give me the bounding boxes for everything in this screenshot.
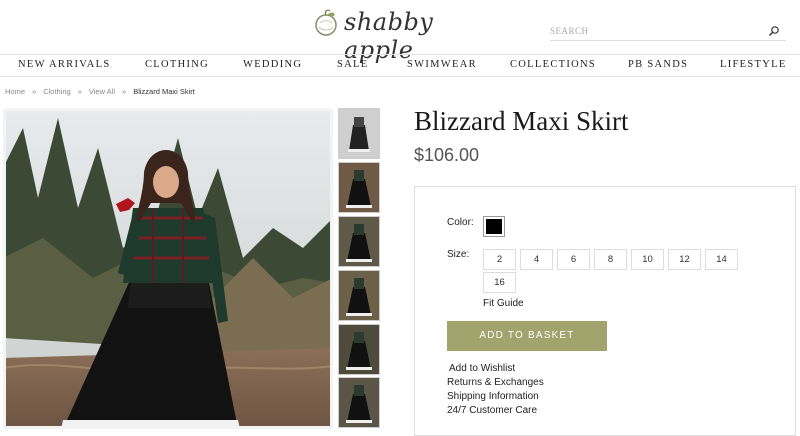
size-option-16[interactable]: 16 [483, 272, 516, 293]
search-input[interactable] [550, 22, 760, 40]
size-option-10[interactable]: 10 [631, 249, 664, 270]
product-title: Blizzard Maxi Skirt [414, 106, 629, 136]
shipping-information-link[interactable]: Shipping Information [447, 391, 539, 402]
add-to-basket-button[interactable]: ADD TO BASKET [447, 321, 607, 351]
add-to-wishlist-link[interactable]: Add to Wishlist [449, 363, 515, 374]
breadcrumb-separator: » [77, 87, 82, 96]
color-swatch-black[interactable] [483, 216, 505, 237]
returns-exchanges-link[interactable]: Returns & Exchanges [447, 377, 544, 388]
thumbnail-image [339, 378, 379, 427]
nav-pb-sands[interactable]: PB SANDS [628, 59, 688, 70]
size-option-12[interactable]: 12 [668, 249, 701, 270]
customer-care-link[interactable]: 24/7 Customer Care [447, 405, 537, 416]
thumbnail-image [339, 163, 379, 212]
thumbnail-4[interactable] [338, 270, 380, 321]
breadcrumb-current: Blizzard Maxi Skirt [133, 87, 195, 96]
thumbnail-1[interactable] [338, 108, 380, 159]
thumbnail-5[interactable] [338, 324, 380, 375]
search-icon[interactable] [768, 25, 780, 37]
thumbnail-image [339, 271, 379, 320]
size-option-6[interactable]: 6 [557, 249, 590, 270]
nav-sale[interactable]: SALE [337, 59, 368, 70]
breadcrumb-clothing[interactable]: Clothing [43, 87, 71, 96]
fit-guide-link[interactable]: Fit Guide [483, 298, 524, 309]
size-label: Size: [447, 249, 470, 260]
apple-logo-icon [315, 9, 337, 36]
nav-clothing[interactable]: CLOTHING [145, 59, 209, 70]
size-option-2[interactable]: 2 [483, 249, 516, 270]
breadcrumb-separator: » [122, 87, 127, 96]
thumbnail-6[interactable] [338, 377, 380, 428]
size-option-14[interactable]: 14 [705, 249, 738, 270]
size-option-4[interactable]: 4 [520, 249, 553, 270]
product-main-image[interactable] [3, 108, 333, 429]
product-price: $106.00 [414, 145, 480, 165]
thumbnail-image [339, 325, 379, 374]
nav-collections[interactable]: COLLECTIONS [510, 59, 596, 70]
main-nav: NEW ARRIVALS CLOTHING WEDDING SALE SWIMW… [0, 54, 800, 77]
thumbnail-2[interactable] [338, 162, 380, 213]
size-option-8[interactable]: 8 [594, 249, 627, 270]
breadcrumb-view-all[interactable]: View All [89, 87, 115, 96]
brand-logo[interactable]: shabby apple [310, 6, 500, 64]
thumbnail-image [339, 217, 379, 266]
search-bar [550, 22, 786, 41]
thumbnail-3[interactable] [338, 216, 380, 267]
thumbnail-image [339, 109, 379, 158]
product-photo [3, 108, 333, 429]
nav-lifestyle[interactable]: LIFESTYLE [720, 59, 787, 70]
product-options-panel: Color: Size: 2 4 6 8 10 12 14 16 Fit Gui… [414, 186, 796, 436]
color-swatch-fill [486, 219, 502, 234]
breadcrumb: Home » Clothing » View All » Blizzard Maxi Ski… [5, 87, 195, 96]
nav-swimwear[interactable]: SWIMWEAR [407, 59, 477, 70]
breadcrumb-separator: » [32, 87, 37, 96]
nav-wedding[interactable]: WEDDING [243, 59, 302, 70]
breadcrumb-home[interactable]: Home [5, 87, 25, 96]
nav-new-arrivals[interactable]: NEW ARRIVALS [18, 59, 111, 70]
color-label: Color: [447, 217, 474, 228]
